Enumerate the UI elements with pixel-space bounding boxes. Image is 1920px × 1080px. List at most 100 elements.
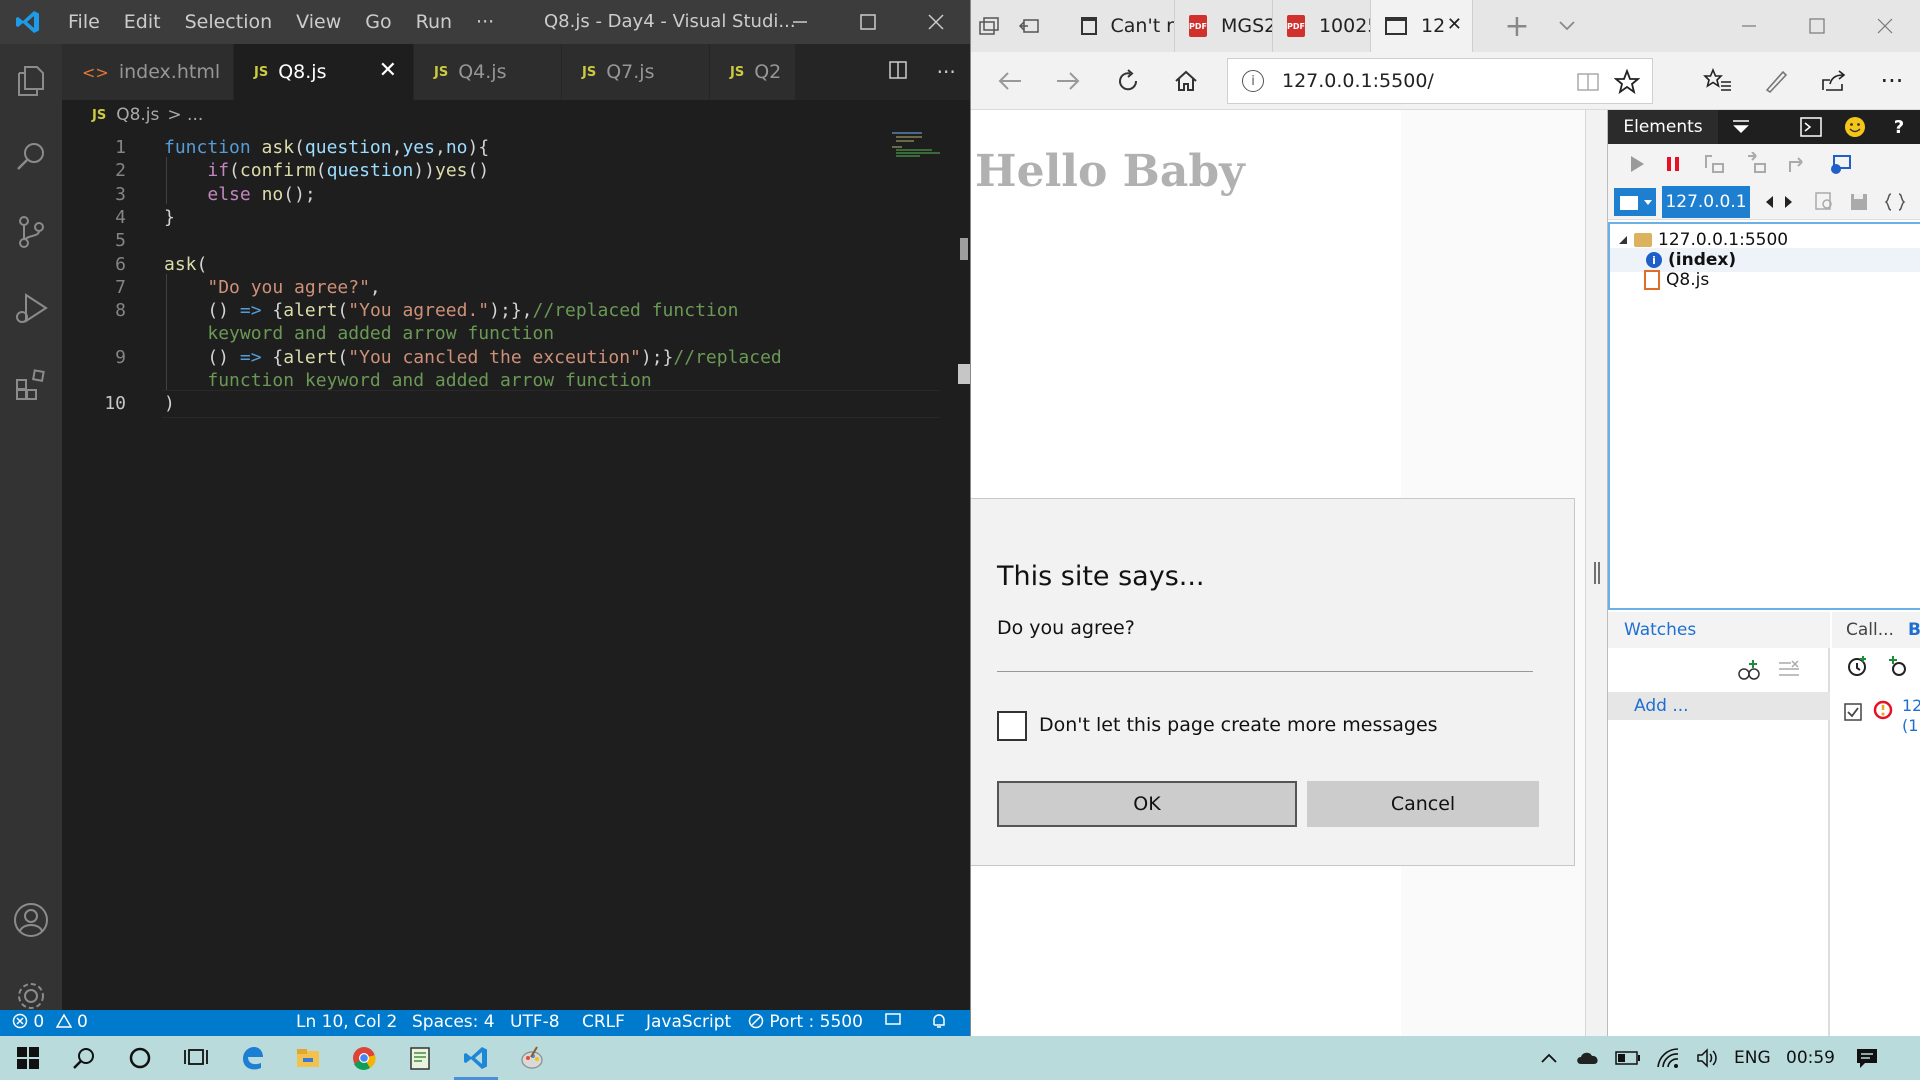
devtools-splitter[interactable]: [1585, 110, 1607, 1036]
chrome-icon[interactable]: [336, 1036, 392, 1080]
show-hidden-icons-chevron[interactable]: [1530, 1036, 1568, 1080]
add-watch-icon[interactable]: [1734, 656, 1764, 684]
close-window-button[interactable]: [902, 0, 970, 44]
breadcrumb-file[interactable]: Q8.js: [116, 105, 159, 125]
extensions-icon[interactable]: [0, 354, 62, 414]
edge-taskbar-icon[interactable]: [224, 1036, 280, 1080]
help-icon[interactable]: ?: [1880, 110, 1918, 144]
menu-item-5[interactable]: Run: [404, 0, 464, 44]
notepad-icon[interactable]: [392, 1036, 448, 1080]
wifi-icon[interactable]: [1648, 1036, 1688, 1080]
suppress-messages-checkbox[interactable]: [997, 711, 1027, 741]
menu-item-6[interactable]: ···: [464, 0, 506, 44]
search-icon[interactable]: [0, 126, 62, 186]
devtools-tabs-dropdown-icon[interactable]: [1722, 110, 1760, 144]
back-button[interactable]: [981, 52, 1039, 110]
editor-tab[interactable]: <> index.html: [62, 44, 234, 100]
new-tab-button[interactable]: +: [1491, 0, 1543, 52]
find-in-files-icon[interactable]: [1810, 188, 1840, 216]
url-text[interactable]: 127.0.0.1:5500/: [1282, 70, 1434, 92]
windows-start-icon[interactable]: [0, 1036, 56, 1080]
tab-set-aside-icon[interactable]: [971, 0, 1007, 52]
add-watch-row[interactable]: Add ...: [1608, 692, 1830, 720]
editor-tab[interactable]: JS Q8.js ✕: [234, 44, 414, 100]
step-into-icon[interactable]: [1742, 150, 1772, 178]
vscode-logo-icon[interactable]: [0, 0, 56, 44]
favorites-hub-icon[interactable]: [1689, 52, 1747, 110]
pause-icon[interactable]: [1658, 150, 1688, 178]
minimize-button[interactable]: [766, 0, 834, 44]
breakpoints-tab[interactable]: Bre: [1908, 620, 1920, 640]
menu-item-0[interactable]: File: [56, 0, 112, 44]
indentation[interactable]: Spaces: 4: [412, 1012, 495, 1032]
source-control-icon[interactable]: [0, 202, 62, 262]
cursor-position[interactable]: Ln 10, Col 2: [296, 1012, 397, 1032]
notifications-bell-icon[interactable]: [930, 1012, 948, 1035]
cortana-icon[interactable]: [112, 1036, 168, 1080]
feedback-smiley-icon[interactable]: [1836, 110, 1874, 144]
more-options-icon[interactable]: ···: [1863, 52, 1920, 110]
favorite-star-icon[interactable]: [1613, 68, 1641, 100]
break-on-exceptions-icon[interactable]: [1826, 150, 1856, 178]
maximize-button[interactable]: [834, 0, 902, 44]
more-actions-icon[interactable]: ···: [937, 60, 956, 84]
browser-tab[interactable]: Can't r: [1067, 0, 1175, 52]
split-editor-icon[interactable]: [888, 60, 908, 85]
save-file-icon[interactable]: [1844, 188, 1874, 216]
break-on-load-icon[interactable]: [1842, 652, 1872, 680]
next-tab-icon[interactable]: [1774, 188, 1804, 216]
minimize-browser-button[interactable]: [1715, 0, 1783, 52]
browser-tab[interactable]: PDF 10025: [1273, 0, 1371, 52]
breakpoint-checkbox[interactable]: [1838, 698, 1868, 726]
ok-button[interactable]: OK: [997, 781, 1297, 827]
console-icon[interactable]: [1792, 110, 1830, 144]
feedback-icon[interactable]: [884, 1012, 904, 1035]
file-picker-button[interactable]: [1614, 188, 1656, 216]
breakpoint-location[interactable]: 12 (1: [1902, 696, 1920, 736]
tree-expand-icon[interactable]: [1618, 230, 1628, 250]
language-mode[interactable]: JavaScript: [646, 1012, 731, 1032]
editor-scrollbar-thumb[interactable]: [960, 238, 968, 260]
editor-tab[interactable]: JS Q4.js: [414, 44, 562, 100]
file-explorer-icon[interactable]: [280, 1036, 336, 1080]
tabs-aside-restore-icon[interactable]: [1011, 0, 1047, 52]
forward-button[interactable]: [1039, 52, 1097, 110]
battery-icon[interactable]: [1608, 1036, 1648, 1080]
elements-tab[interactable]: Elements: [1608, 110, 1718, 144]
code-line[interactable]: ): [164, 390, 175, 418]
refresh-button[interactable]: [1099, 52, 1157, 110]
current-host-tab[interactable]: 127.0.0.1: [1662, 186, 1750, 218]
vscode-taskbar-icon[interactable]: [448, 1036, 504, 1080]
cancel-button[interactable]: Cancel: [1307, 781, 1539, 827]
site-info-icon[interactable]: i: [1242, 70, 1264, 92]
menu-item-3[interactable]: View: [284, 0, 353, 44]
web-note-pen-icon[interactable]: [1747, 52, 1805, 110]
task-view-icon[interactable]: [168, 1036, 224, 1080]
splitter-grip-icon[interactable]: [1594, 562, 1600, 589]
line-number[interactable]: 10: [62, 390, 126, 418]
volume-icon[interactable]: [1688, 1036, 1728, 1080]
onedrive-cloud-icon[interactable]: [1568, 1036, 1608, 1080]
close-tab-icon[interactable]: ✕: [1447, 14, 1462, 35]
address-bar[interactable]: i 127.0.0.1:5500/: [1227, 58, 1653, 104]
editor-tab[interactable]: JS Q7.js: [562, 44, 710, 100]
minimap[interactable]: [892, 130, 952, 160]
reading-view-icon[interactable]: [1576, 71, 1600, 98]
explorer-icon[interactable]: [0, 50, 62, 110]
pretty-print-icon[interactable]: [1880, 188, 1910, 216]
breadcrumb-rest[interactable]: > ...: [167, 105, 203, 125]
paint-app-icon[interactable]: [504, 1036, 560, 1080]
tree-item[interactable]: Q8.js: [1610, 268, 1920, 292]
browser-tab[interactable]: 12 ✕: [1371, 0, 1473, 52]
step-out-icon[interactable]: [1784, 150, 1814, 178]
step-over-icon[interactable]: [1700, 150, 1730, 178]
action-center-icon[interactable]: [1842, 1036, 1892, 1080]
close-browser-button[interactable]: [1851, 0, 1919, 52]
taskbar-search-icon[interactable]: [56, 1036, 112, 1080]
menu-item-4[interactable]: Go: [353, 0, 403, 44]
editor-tab[interactable]: JS Q2: [710, 44, 796, 100]
menu-item-1[interactable]: Edit: [112, 0, 173, 44]
add-breakpoint-icon[interactable]: [1882, 652, 1912, 680]
menu-item-2[interactable]: Selection: [173, 0, 285, 44]
code-line[interactable]: }: [164, 204, 175, 232]
